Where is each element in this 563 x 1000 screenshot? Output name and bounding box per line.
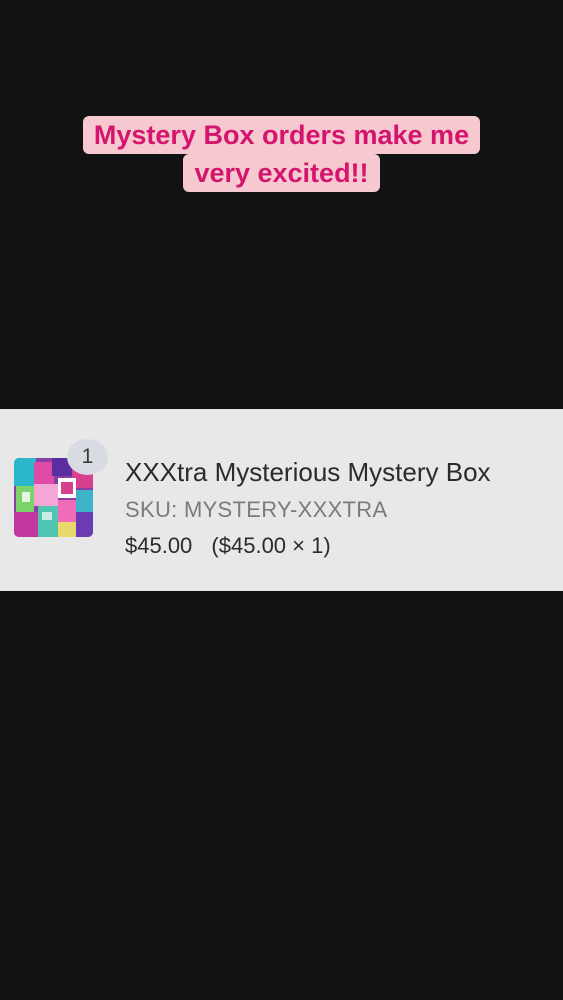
- caption-line-2: very excited!!: [183, 154, 380, 192]
- unit-price-breakdown: ($45.00 × 1): [211, 533, 331, 558]
- order-line-item[interactable]: 1 XXXtra Mysterious Mystery Box SKU: MYS…: [0, 409, 563, 591]
- caption-line-1: Mystery Box orders make me: [82, 116, 481, 154]
- product-title[interactable]: XXXtra Mysterious Mystery Box: [125, 457, 491, 488]
- price-row: $45.00 ($45.00 × 1): [125, 533, 344, 559]
- quantity-badge: 1: [67, 439, 108, 475]
- story-caption: Mystery Box orders make me very excited!…: [0, 116, 563, 192]
- product-sku: SKU: MYSTERY-XXXTRA: [125, 497, 388, 522]
- line-total-price: $45.00: [125, 533, 193, 558]
